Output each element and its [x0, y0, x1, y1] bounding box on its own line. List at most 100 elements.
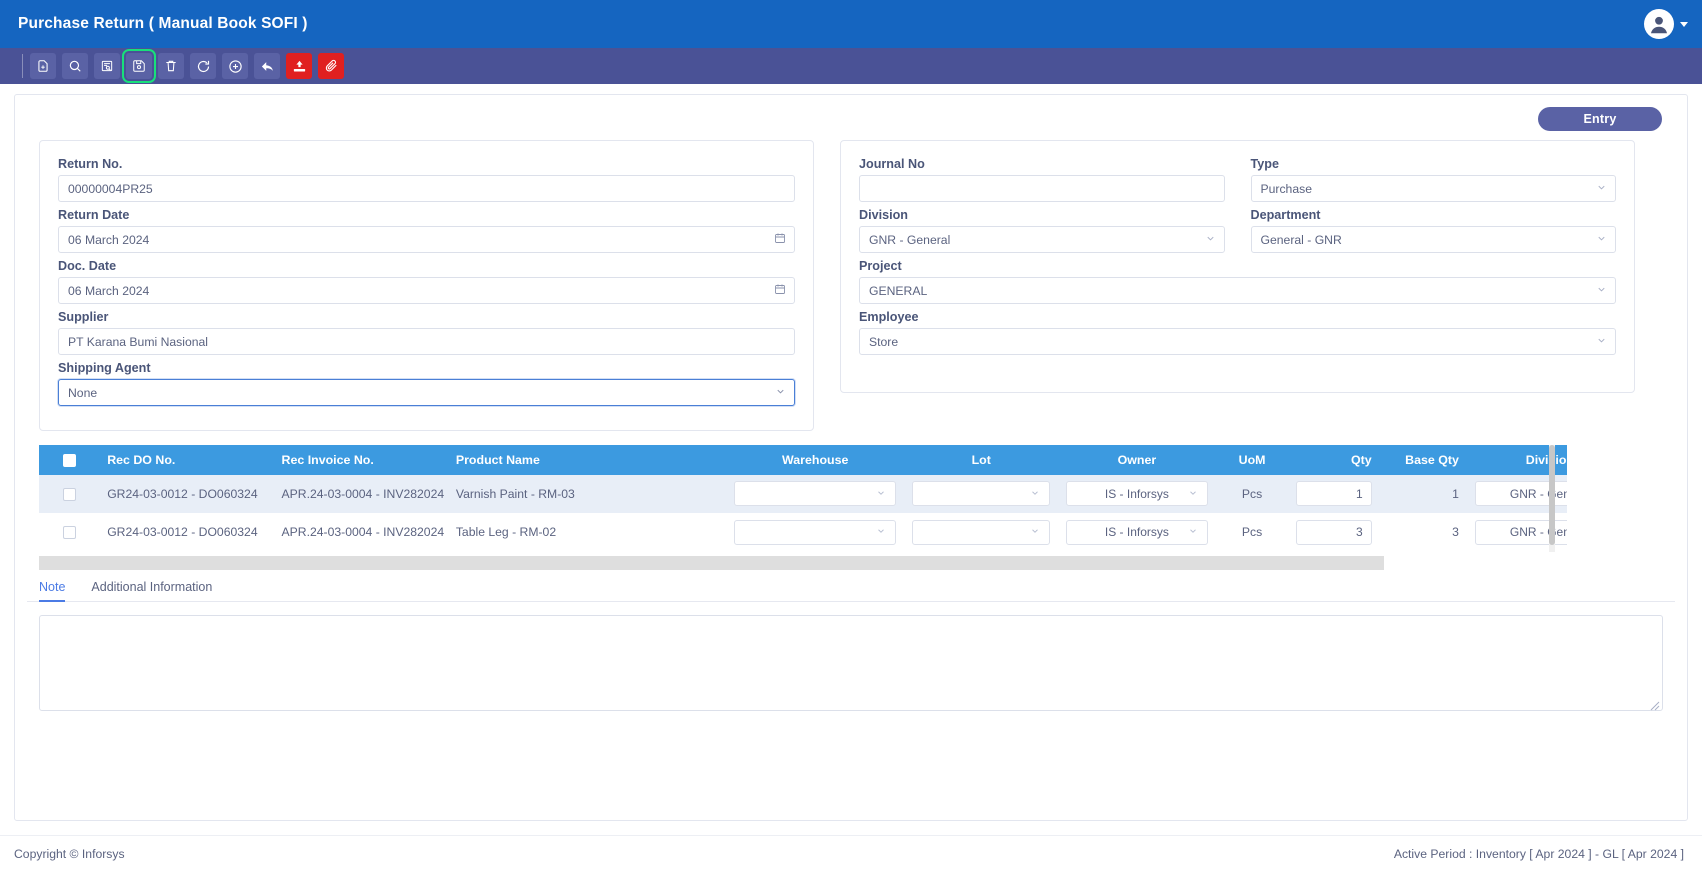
- chevron-down-icon[interactable]: [1030, 487, 1040, 501]
- table-scroll-viewport[interactable]: Rec DO No. Rec Invoice No. Product Name …: [39, 445, 1567, 552]
- table-vertical-scroll-thumb[interactable]: [1549, 445, 1555, 545]
- column-header-qty[interactable]: Qty: [1288, 445, 1380, 475]
- resize-grip-icon[interactable]: [1650, 698, 1660, 710]
- column-header-rec-do-no[interactable]: Rec DO No.: [99, 445, 274, 475]
- chevron-down-icon[interactable]: [876, 525, 886, 539]
- line-items-table: Rec DO No. Rec Invoice No. Product Name …: [39, 445, 1567, 552]
- warehouse-select[interactable]: [733, 519, 897, 545]
- back-button[interactable]: [254, 53, 280, 79]
- doc-date-label: Doc. Date: [58, 259, 117, 273]
- chevron-down-icon[interactable]: [876, 487, 886, 501]
- cell-owner: IS - Inforsys: [1058, 513, 1216, 552]
- shipping-agent-select[interactable]: None: [58, 379, 795, 406]
- cell-product-name: Table Leg - RM-02: [447, 513, 726, 552]
- chevron-down-icon[interactable]: [1188, 487, 1198, 501]
- supplier-input[interactable]: PT Karana Bumi Nasional: [58, 328, 795, 355]
- owner-select[interactable]: IS - Inforsys: [1066, 481, 1208, 507]
- row-checkbox[interactable]: [62, 526, 76, 540]
- field-project: Project GENERAL: [859, 259, 1616, 304]
- delete-button[interactable]: [158, 53, 184, 79]
- division-label: Division: [859, 208, 908, 222]
- cell-rec-do-no: GR24-03-0012 - DO060324: [99, 513, 274, 552]
- cell-warehouse: [725, 513, 905, 552]
- doc-date-input[interactable]: 06 March 2024: [58, 277, 795, 304]
- table-row[interactable]: GR24-03-0012 - DO060324 APR.24-03-0004 -…: [39, 513, 1567, 552]
- field-type: Type Purchase: [1250, 157, 1616, 202]
- detail-tabs: Note Additional Information: [27, 580, 1675, 602]
- column-header-product-name[interactable]: Product Name: [447, 445, 726, 475]
- cell-lot: [904, 475, 1059, 514]
- division-value: GNR - General: [1509, 486, 1567, 501]
- field-employee: Employee Store: [859, 310, 1616, 355]
- attachment-button[interactable]: [318, 53, 344, 79]
- return-date-input[interactable]: 06 March 2024: [58, 226, 795, 253]
- owner-value: IS - Inforsys: [1104, 486, 1169, 501]
- type-select[interactable]: Purchase: [1250, 175, 1616, 202]
- upload-button[interactable]: [286, 53, 312, 79]
- column-header-owner[interactable]: Owner: [1058, 445, 1216, 475]
- find-document-button[interactable]: [94, 53, 120, 79]
- cell-base-qty: 1: [1379, 475, 1467, 514]
- shipping-agent-label: Shipping Agent: [58, 361, 151, 375]
- app-footer: Copyright © Inforsys Active Period : Inv…: [0, 835, 1702, 871]
- division-select[interactable]: GNR - General: [859, 226, 1225, 253]
- column-header-rec-invoice-no[interactable]: Rec Invoice No.: [273, 445, 448, 475]
- supplier-label: Supplier: [58, 310, 109, 324]
- chevron-down-icon[interactable]: [1680, 21, 1688, 27]
- column-header-uom[interactable]: UoM: [1215, 445, 1289, 475]
- header-user-menu[interactable]: [1644, 9, 1688, 39]
- page-title: Purchase Return ( Manual Book SOFI ): [18, 15, 308, 32]
- new-document-button[interactable]: [30, 53, 56, 79]
- tab-note[interactable]: Note: [39, 580, 66, 602]
- cell-warehouse: [725, 475, 905, 514]
- table-body: GR24-03-0012 - DO060324 APR.24-03-0004 -…: [39, 475, 1567, 552]
- user-avatar-icon[interactable]: [1644, 9, 1674, 39]
- cell-product-name: Varnish Paint - RM-03: [447, 475, 726, 514]
- content-frame: Entry Return No. 00000004PR25 Return Dat…: [14, 94, 1688, 821]
- journal-no-input[interactable]: [859, 175, 1225, 202]
- department-select[interactable]: General - GNR: [1250, 226, 1616, 253]
- row-checkbox[interactable]: [62, 487, 76, 501]
- column-header-select: [39, 445, 100, 475]
- qty-input[interactable]: 1: [1296, 481, 1372, 507]
- form-panels: Return No. 00000004PR25 Return Date 06 M…: [27, 140, 1675, 431]
- cell-rec-do-no: GR24-03-0012 - DO060324: [99, 475, 274, 514]
- return-no-input[interactable]: 00000004PR25: [58, 175, 795, 202]
- refresh-button[interactable]: [190, 53, 216, 79]
- chevron-down-icon[interactable]: [1188, 525, 1198, 539]
- project-select[interactable]: GENERAL: [859, 277, 1616, 304]
- page-body: Entry Return No. 00000004PR25 Return Dat…: [0, 84, 1702, 871]
- cell-owner: IS - Inforsys: [1058, 475, 1216, 514]
- lot-select[interactable]: [912, 481, 1051, 507]
- cell-qty: 1: [1288, 475, 1380, 514]
- return-date-label: Return Date: [58, 208, 130, 222]
- entry-button[interactable]: Entry: [1538, 107, 1662, 131]
- tab-additional-information[interactable]: Additional Information: [91, 580, 212, 601]
- save-button[interactable]: [122, 49, 156, 83]
- column-header-lot[interactable]: Lot: [904, 445, 1059, 475]
- qty-input[interactable]: 3: [1296, 519, 1372, 545]
- warehouse-select[interactable]: [733, 481, 897, 507]
- entry-row: Entry: [27, 107, 1675, 131]
- table-horizontal-scrollbar[interactable]: [39, 555, 1384, 570]
- cell-rec-invoice-no: APR.24-03-0004 - INV282024: [273, 475, 448, 514]
- cell-rec-invoice-no: APR.24-03-0004 - INV282024: [273, 513, 448, 552]
- table-vertical-scrollbar[interactable]: [1549, 445, 1555, 552]
- employee-select[interactable]: Store: [859, 328, 1616, 355]
- search-button[interactable]: [62, 53, 88, 79]
- copyright-text: Copyright © Inforsys: [14, 846, 125, 861]
- field-shipping-agent: Shipping Agent None: [58, 361, 795, 406]
- table-header-row: Rec DO No. Rec Invoice No. Product Name …: [39, 445, 1567, 475]
- column-header-base-qty[interactable]: Base Qty: [1379, 445, 1467, 475]
- table-row[interactable]: GR24-03-0012 - DO060324 APR.24-03-0004 -…: [39, 475, 1567, 514]
- select-all-checkbox[interactable]: [62, 454, 76, 468]
- note-textarea[interactable]: [40, 615, 1662, 710]
- lot-select[interactable]: [912, 519, 1051, 545]
- column-header-warehouse[interactable]: Warehouse: [725, 445, 905, 475]
- division-value: GNR - General: [1509, 525, 1567, 539]
- owner-select[interactable]: IS - Inforsys: [1066, 519, 1208, 545]
- add-circle-button[interactable]: [222, 53, 248, 79]
- left-form-panel: Return No. 00000004PR25 Return Date 06 M…: [39, 140, 814, 431]
- chevron-down-icon[interactable]: [1030, 525, 1040, 539]
- field-return-date: Return Date 06 March 2024: [58, 208, 795, 253]
